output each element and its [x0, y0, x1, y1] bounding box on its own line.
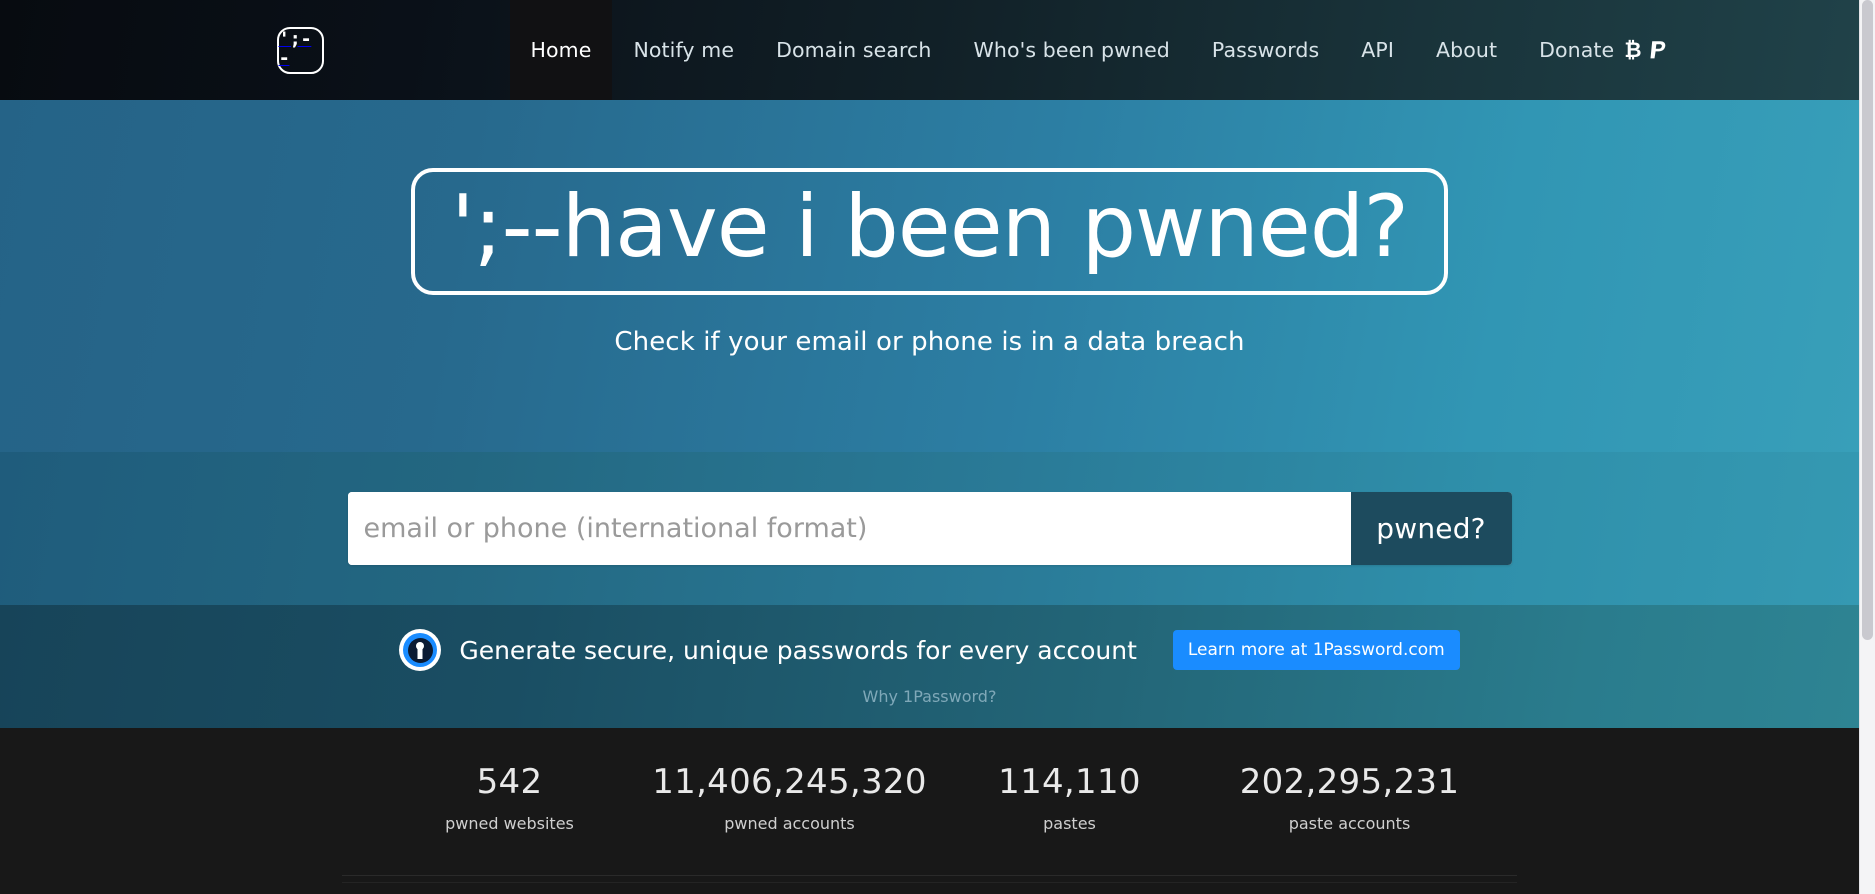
- browser-page: ';-- Home Notify me Domain search Who's …: [0, 0, 1875, 894]
- site-header: ';-- Home Notify me Domain search Who's …: [0, 0, 1859, 100]
- stat-label: pwned websites: [445, 814, 574, 834]
- hero-section: ';--have i been pwned? Check if your ema…: [0, 100, 1859, 452]
- paypal-icon[interactable]: [1647, 38, 1669, 62]
- nav-label-whos-been-pwned: Who's been pwned: [973, 38, 1170, 62]
- stat-label: paste accounts: [1288, 814, 1411, 834]
- site-logo-link[interactable]: ';--: [275, 0, 324, 100]
- stat-label: pastes: [1043, 814, 1096, 834]
- search-input[interactable]: [347, 492, 1351, 565]
- nav-label-about: About: [1436, 38, 1498, 62]
- nav-label-passwords: Passwords: [1211, 38, 1320, 62]
- logo-text: ';--: [278, 28, 312, 69]
- stats-section: 542 pwned websites 11,406,245,320 pwned …: [0, 728, 1859, 894]
- stats-row: 542 pwned websites 11,406,245,320 pwned …: [370, 762, 1490, 834]
- nav-label-notify-me: Notify me: [633, 38, 735, 62]
- promo-row: Generate secure, unique passwords for ev…: [399, 629, 1460, 671]
- nav-item-notify-me[interactable]: Notify me: [612, 0, 755, 100]
- stat-value: 202,295,231: [1239, 762, 1460, 802]
- stat-pastes: 114,110 pastes: [930, 762, 1210, 834]
- keyhole-body-shape: [417, 647, 423, 659]
- nav-item-passwords[interactable]: Passwords: [1191, 0, 1340, 100]
- nav-item-home[interactable]: Home: [509, 0, 613, 100]
- stat-value: 542: [476, 762, 543, 802]
- stat-value: 114,110: [998, 762, 1141, 802]
- page-scrollbar[interactable]: [1859, 0, 1875, 894]
- search-form: pwned?: [347, 492, 1512, 565]
- stat-pwned-accounts: 11,406,245,320 pwned accounts: [650, 762, 930, 834]
- donate-icon-group: ₿: [1622, 38, 1669, 62]
- nav-label-api: API: [1361, 38, 1394, 62]
- nav-item-whos-been-pwned[interactable]: Who's been pwned: [953, 0, 1191, 100]
- have-i-been-pwned-logo: ';--: [276, 26, 324, 74]
- page-viewport: ';-- Home Notify me Domain search Who's …: [0, 0, 1859, 894]
- search-section: pwned?: [0, 452, 1859, 605]
- hero-subtitle: Check if your email or phone is in a dat…: [614, 326, 1245, 357]
- stat-label: pwned accounts: [724, 814, 855, 834]
- stat-value: 11,406,245,320: [652, 762, 927, 802]
- promo-text: Generate secure, unique passwords for ev…: [459, 635, 1137, 665]
- stat-paste-accounts: 202,295,231 paste accounts: [1210, 762, 1490, 834]
- 1password-icon-core: [407, 637, 433, 663]
- nav-item-about[interactable]: About: [1415, 0, 1518, 100]
- nav-label-home: Home: [530, 38, 592, 62]
- nav-label-domain-search: Domain search: [776, 38, 932, 62]
- scrollbar-thumb[interactable]: [1862, 0, 1873, 640]
- main-navigation: Home Notify me Domain search Who's been …: [509, 0, 1691, 100]
- why-1password-link[interactable]: Why 1Password?: [863, 687, 997, 706]
- nav-item-donate[interactable]: Donate ₿: [1518, 0, 1690, 100]
- nav-label-donate: Donate: [1539, 38, 1615, 62]
- svg-text:₿: ₿: [1625, 38, 1642, 62]
- onepassword-promo-section: Generate secure, unique passwords for ev…: [0, 605, 1859, 728]
- 1password-icon-ring: [403, 633, 438, 667]
- learn-more-1password-button[interactable]: Learn more at 1Password.com: [1172, 630, 1460, 670]
- bitcoin-icon[interactable]: ₿: [1622, 38, 1644, 62]
- nav-item-api[interactable]: API: [1340, 0, 1415, 100]
- pwned-search-button[interactable]: pwned?: [1350, 492, 1512, 565]
- stat-pwned-websites: 542 pwned websites: [370, 762, 650, 834]
- content-divider: [342, 875, 1517, 883]
- 1password-icon: [399, 629, 442, 671]
- header-inner: ';-- Home Notify me Domain search Who's …: [275, 0, 1666, 100]
- nav-item-domain-search[interactable]: Domain search: [755, 0, 952, 100]
- page-title: ';--have i been pwned?: [410, 168, 1449, 295]
